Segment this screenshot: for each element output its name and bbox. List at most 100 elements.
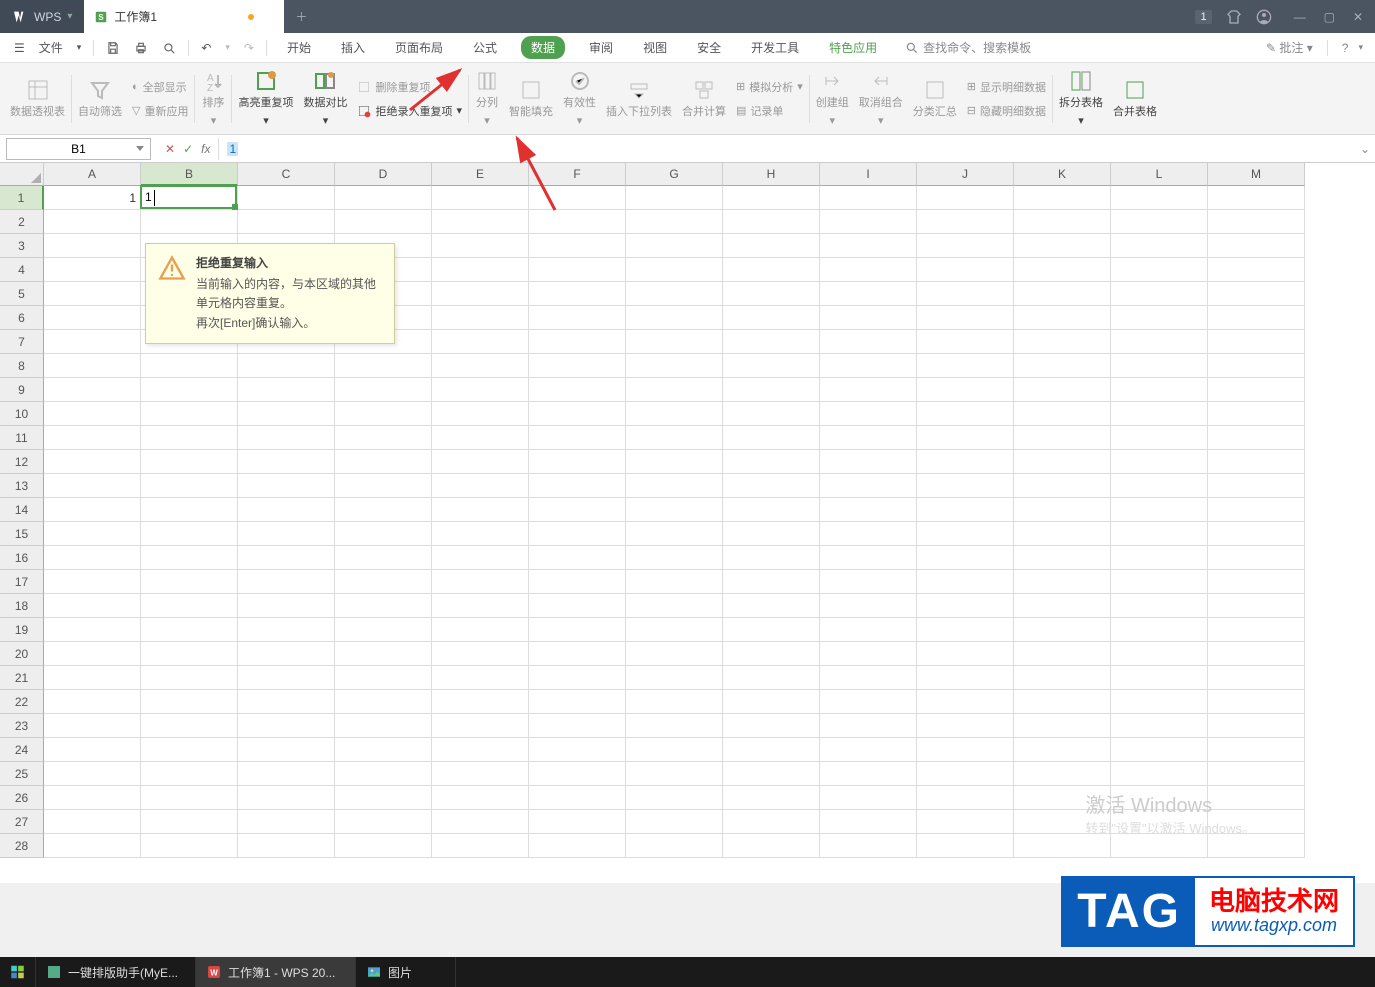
- cell[interactable]: [141, 522, 238, 546]
- cell[interactable]: [335, 546, 432, 570]
- cell[interactable]: [1014, 306, 1111, 330]
- cell[interactable]: [1208, 738, 1305, 762]
- cell[interactable]: [1014, 642, 1111, 666]
- cell[interactable]: [820, 378, 917, 402]
- cell[interactable]: [529, 690, 626, 714]
- cell[interactable]: [626, 834, 723, 858]
- cell[interactable]: [1014, 834, 1111, 858]
- cell[interactable]: [1208, 522, 1305, 546]
- cell[interactable]: [335, 450, 432, 474]
- cell[interactable]: [238, 666, 335, 690]
- cell[interactable]: [1111, 570, 1208, 594]
- cell[interactable]: [432, 642, 529, 666]
- cell[interactable]: [335, 594, 432, 618]
- cell[interactable]: [1111, 378, 1208, 402]
- cell[interactable]: [820, 522, 917, 546]
- cell[interactable]: [238, 714, 335, 738]
- cell[interactable]: [1111, 210, 1208, 234]
- cell[interactable]: [1014, 546, 1111, 570]
- cell[interactable]: [723, 570, 820, 594]
- row-header-1[interactable]: 1: [0, 186, 44, 210]
- add-tab-button[interactable]: ＋: [284, 0, 318, 33]
- cell[interactable]: [820, 810, 917, 834]
- cell[interactable]: [1014, 474, 1111, 498]
- cell[interactable]: [529, 546, 626, 570]
- cell[interactable]: [529, 834, 626, 858]
- cell[interactable]: [44, 234, 141, 258]
- cell[interactable]: [1111, 234, 1208, 258]
- cell[interactable]: [1208, 258, 1305, 282]
- cell[interactable]: [1208, 330, 1305, 354]
- cell[interactable]: [917, 186, 1014, 210]
- cell[interactable]: [44, 330, 141, 354]
- cell[interactable]: [1208, 210, 1305, 234]
- cell[interactable]: [1014, 354, 1111, 378]
- cell[interactable]: [44, 810, 141, 834]
- cell[interactable]: [1208, 234, 1305, 258]
- row-header-5[interactable]: 5: [0, 282, 44, 306]
- cell[interactable]: [723, 474, 820, 498]
- cell[interactable]: [529, 786, 626, 810]
- cell[interactable]: [1014, 738, 1111, 762]
- cell[interactable]: [626, 450, 723, 474]
- cell[interactable]: [141, 474, 238, 498]
- cell[interactable]: [723, 762, 820, 786]
- taskbar-item-2[interactable]: 图片: [356, 957, 456, 987]
- cell[interactable]: [238, 522, 335, 546]
- cell[interactable]: [44, 834, 141, 858]
- cell[interactable]: [626, 738, 723, 762]
- row-header-17[interactable]: 17: [0, 570, 44, 594]
- cell[interactable]: [44, 282, 141, 306]
- cell[interactable]: [432, 402, 529, 426]
- flash-fill-button[interactable]: 智能填充: [505, 76, 557, 121]
- data-validity-button[interactable]: 有效性 ▾: [559, 67, 600, 129]
- cell[interactable]: [141, 810, 238, 834]
- cell[interactable]: [1014, 210, 1111, 234]
- cell[interactable]: [820, 786, 917, 810]
- show-detail-button[interactable]: ⊞ 显示明细数据: [963, 77, 1050, 97]
- cell[interactable]: [44, 738, 141, 762]
- cell[interactable]: [529, 738, 626, 762]
- file-menu[interactable]: 文件: [33, 39, 69, 56]
- cell[interactable]: [335, 810, 432, 834]
- cell[interactable]: [141, 402, 238, 426]
- cell[interactable]: [1111, 522, 1208, 546]
- cell[interactable]: [723, 258, 820, 282]
- cell[interactable]: [723, 786, 820, 810]
- cell[interactable]: [238, 786, 335, 810]
- cell[interactable]: [335, 738, 432, 762]
- cell[interactable]: [1111, 354, 1208, 378]
- row-header-2[interactable]: 2: [0, 210, 44, 234]
- cell[interactable]: [723, 618, 820, 642]
- cell[interactable]: [529, 282, 626, 306]
- command-search[interactable]: 查找命令、搜索模板: [905, 39, 1031, 56]
- tab-special[interactable]: 特色应用: [823, 36, 883, 59]
- formula-input[interactable]: 1: [218, 138, 1355, 160]
- cell[interactable]: [1014, 186, 1111, 210]
- cell[interactable]: [1111, 546, 1208, 570]
- cell[interactable]: [141, 642, 238, 666]
- fx-button[interactable]: fx: [201, 142, 210, 156]
- cell[interactable]: [1111, 594, 1208, 618]
- cell[interactable]: [917, 258, 1014, 282]
- cell[interactable]: [432, 810, 529, 834]
- minimize-button[interactable]: —: [1294, 10, 1306, 24]
- cell[interactable]: [626, 714, 723, 738]
- cell[interactable]: [529, 426, 626, 450]
- cell[interactable]: [1111, 402, 1208, 426]
- cell[interactable]: [820, 450, 917, 474]
- cell[interactable]: [1208, 642, 1305, 666]
- cell[interactable]: [1208, 810, 1305, 834]
- cell[interactable]: [917, 234, 1014, 258]
- cell[interactable]: [1014, 426, 1111, 450]
- cell[interactable]: [238, 498, 335, 522]
- cell[interactable]: [1014, 690, 1111, 714]
- cell[interactable]: [432, 570, 529, 594]
- cell[interactable]: [335, 498, 432, 522]
- autofilter-button[interactable]: 自动筛选: [74, 76, 126, 121]
- cell[interactable]: [432, 738, 529, 762]
- cell[interactable]: [723, 426, 820, 450]
- cell[interactable]: 1: [44, 186, 141, 210]
- cell[interactable]: [432, 594, 529, 618]
- hide-detail-button[interactable]: ⊟ 隐藏明细数据: [963, 101, 1050, 121]
